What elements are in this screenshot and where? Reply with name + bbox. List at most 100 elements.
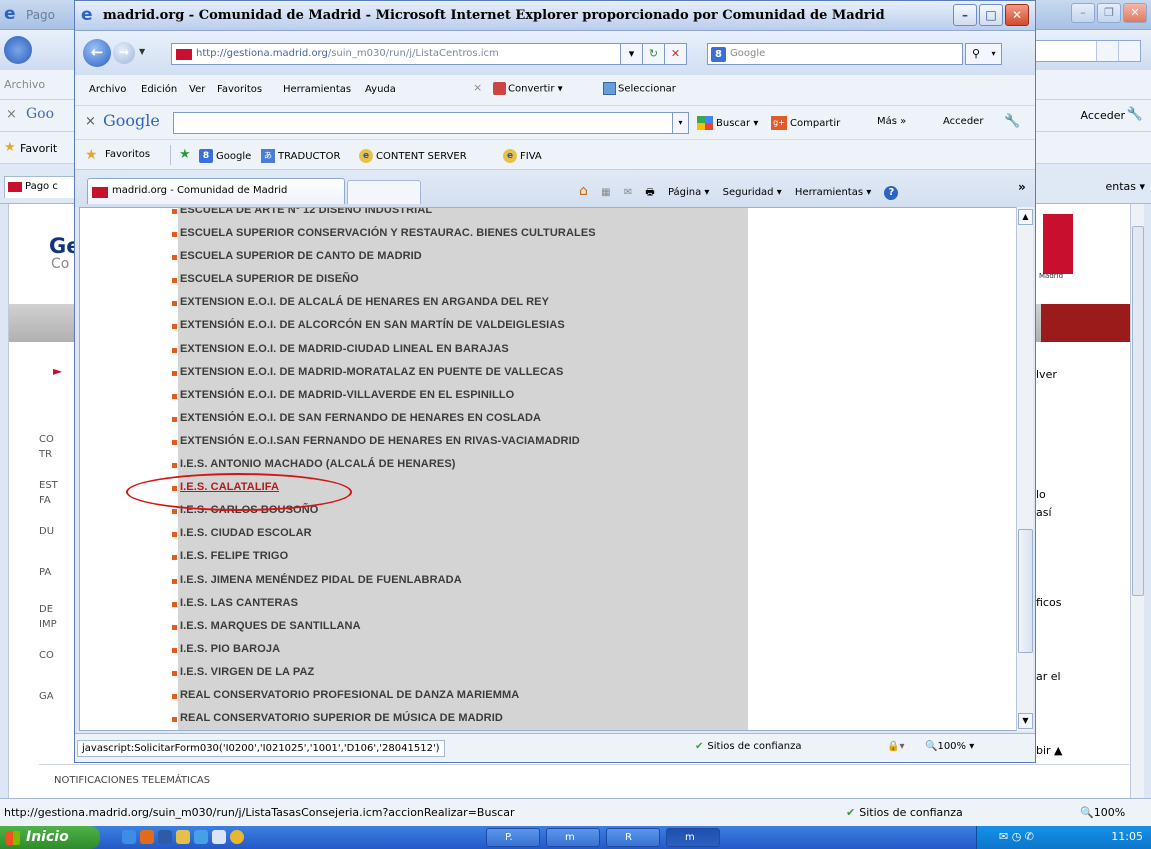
center-name[interactable]: EXTENSIÓN E.O.I. DE ALCORCÓN EN SAN MART… xyxy=(180,319,565,331)
center-link[interactable]: I.E.S. JIMENA MENÉNDEZ PIDAL DE FUENLABR… xyxy=(172,568,752,591)
word-quicklaunch-icon[interactable] xyxy=(158,830,172,844)
background-tools-menu[interactable]: entas ▾ xyxy=(1105,180,1145,193)
close-toolbar-icon[interactable]: × xyxy=(473,81,482,94)
center-link[interactable]: ESCUELA DE ARTE Nº 12 DISEÑO INDUSTRIAL xyxy=(172,208,752,221)
background-vertical-scrollbar[interactable] xyxy=(1130,204,1144,798)
background-zoom[interactable]: 🔍100% xyxy=(1080,806,1125,819)
center-name[interactable]: ESCUELA DE ARTE Nº 12 DISEÑO INDUSTRIAL xyxy=(180,208,432,216)
back-button[interactable]: ← xyxy=(83,39,111,67)
center-link[interactable]: ESCUELA SUPERIOR CONSERVACIÓN Y RESTAURA… xyxy=(172,221,752,244)
favorite-link-fiva[interactable]: e FIVA xyxy=(503,149,542,163)
center-link[interactable]: EXTENSIÓN E.O.I. DE ALCORCÓN EN SAN MART… xyxy=(172,313,752,336)
address-dropdown-icon[interactable]: ▾ xyxy=(621,43,643,65)
background-menu-file[interactable]: Archivo xyxy=(4,78,45,91)
center-link[interactable]: I.E.S. LAS CANTERAS xyxy=(172,591,752,614)
center-link[interactable]: EXTENSION E.O.I. DE MADRID-MORATALAZ EN … xyxy=(172,360,752,383)
center-name[interactable]: I.E.S. MARQUES DE SANTILLANA xyxy=(180,620,361,632)
favorite-link-traductor[interactable]: あ TRADUCTOR xyxy=(261,149,340,163)
mas-button[interactable]: Más » xyxy=(877,116,906,127)
taskbar-item[interactable]: m xyxy=(546,828,600,847)
center-link[interactable]: I.E.S. CIUDAD ESCOLAR xyxy=(172,521,752,544)
forward-button[interactable]: → xyxy=(113,42,135,64)
center-link[interactable]: I.E.S. MARQUES DE SANTILLANA xyxy=(172,614,752,637)
center-link[interactable]: I.E.S. VIRGEN DE LA PAZ xyxy=(172,660,752,683)
vertical-scrollbar[interactable]: ▲ ▼ xyxy=(1016,207,1033,731)
maximize-icon[interactable]: □ xyxy=(979,4,1003,26)
menu-archivo[interactable]: Archivo xyxy=(89,84,126,95)
close-icon[interactable]: ✕ xyxy=(1123,3,1147,23)
scroll-down-icon[interactable]: ▼ xyxy=(1018,713,1033,729)
chevron-down-icon[interactable] xyxy=(1118,41,1140,61)
back-arrow-icon[interactable] xyxy=(4,36,32,64)
close-icon[interactable]: ✕ xyxy=(1005,4,1029,26)
center-name[interactable]: REAL CONSERVATORIO SUPERIOR DE MÚSICA DE… xyxy=(180,712,503,724)
center-link[interactable]: EXTENSION E.O.I. DE ALCALÁ DE HENARES EN… xyxy=(172,290,752,313)
menu-pagina[interactable]: Página ▾ xyxy=(668,187,710,198)
center-name[interactable]: EXTENSIÓN E.O.I. DE SAN FERNANDO DE HENA… xyxy=(180,412,541,424)
buscar-button[interactable]: Buscar ▾ xyxy=(697,116,758,130)
taskbar-item[interactable]: R xyxy=(606,828,660,847)
center-link[interactable]: REAL CONSERVATORIO SUPERIOR DE MÚSICA DE… xyxy=(172,706,752,729)
center-link[interactable]: I.E.S. FELIPE TRIGO xyxy=(172,544,752,567)
compartir-button[interactable]: g+ Compartir xyxy=(771,116,840,130)
menu-edicion[interactable]: Edición xyxy=(141,84,177,95)
search-icon[interactable] xyxy=(1096,41,1118,61)
close-toolbar-icon[interactable]: × xyxy=(6,107,17,122)
menu-herramientas-cmd[interactable]: Herramientas ▾ xyxy=(795,187,871,198)
refresh-icon[interactable]: ↻ xyxy=(643,43,665,65)
menu-ver[interactable]: Ver xyxy=(189,84,205,95)
center-name[interactable]: EXTENSION E.O.I. DE MADRID-MORATALAZ EN … xyxy=(180,366,563,378)
browser-quicklaunch-icon[interactable] xyxy=(194,830,208,844)
chrome-quicklaunch-icon[interactable] xyxy=(230,830,244,844)
convertir-button[interactable]: Convertir ▾ xyxy=(493,82,563,95)
center-name[interactable]: I.E.S. VIRGEN DE LA PAZ xyxy=(180,666,314,678)
close-google-toolbar-icon[interactable]: × xyxy=(85,114,96,129)
seleccionar-button[interactable]: Seleccionar xyxy=(603,82,676,95)
center-link[interactable]: EXTENSION E.O.I. DE MADRID-CIUDAD LINEAL… xyxy=(172,337,752,360)
acceder-button[interactable]: Acceder xyxy=(943,116,983,127)
address-bar[interactable]: http://gestiona.madrid.org/suin_m030/run… xyxy=(171,43,621,65)
new-tab-button[interactable] xyxy=(347,180,421,204)
tab-madrid[interactable]: madrid.org - Comunidad de Madrid xyxy=(87,178,345,204)
background-tab[interactable]: Pago c xyxy=(4,176,84,198)
minimize-icon[interactable]: – xyxy=(953,4,977,26)
favorite-link-google[interactable]: 8 Google xyxy=(199,149,251,163)
history-dropdown-icon[interactable]: ▼ xyxy=(139,47,145,56)
center-link[interactable]: REAL CONSERVATORIO PROFESIONAL DE DANZA … xyxy=(172,683,752,706)
favorite-link-content-server[interactable]: e CONTENT SERVER xyxy=(359,149,467,163)
restore-icon[interactable]: ❐ xyxy=(1097,3,1121,23)
chevron-right-icon[interactable]: » xyxy=(1018,180,1026,194)
menu-favoritos[interactable]: Favoritos xyxy=(217,84,262,95)
background-favorites-label[interactable]: Favorit xyxy=(20,142,57,155)
center-name[interactable]: I.E.S. ANTONIO MACHADO (ALCALÁ DE HENARE… xyxy=(180,458,456,470)
center-link[interactable]: EXTENSIÓN E.O.I. DE MADRID-VILLAVERDE EN… xyxy=(172,383,752,406)
tray-icons[interactable]: ✉ ◷ ✆ xyxy=(999,830,1034,843)
center-name[interactable]: ESCUELA SUPERIOR CONSERVACIÓN Y RESTAURA… xyxy=(180,227,596,239)
volver-link[interactable]: lver xyxy=(1036,368,1057,381)
scrollbar-thumb[interactable] xyxy=(1018,529,1033,653)
center-link[interactable]: ESCUELA SUPERIOR DE CANTO DE MADRID xyxy=(172,244,752,267)
mail-icon[interactable]: ✉ xyxy=(624,187,632,198)
ie-quicklaunch-icon[interactable] xyxy=(122,830,136,844)
center-name[interactable]: I.E.S. FELIPE TRIGO xyxy=(180,550,288,562)
folder-quicklaunch-icon[interactable] xyxy=(176,830,190,844)
search-options-icon[interactable]: ▾ xyxy=(986,43,1002,65)
center-name[interactable]: I.E.S. CIUDAD ESCOLAR xyxy=(180,527,312,539)
subir-link[interactable]: bir ▲ xyxy=(1036,744,1063,757)
center-name[interactable]: I.E.S. PIO BAROJA xyxy=(180,643,280,655)
menu-ayuda[interactable]: Ayuda xyxy=(365,84,396,95)
taskbar-item-active[interactable]: m xyxy=(666,828,720,847)
rss-feed-icon[interactable]: ▦ xyxy=(601,187,610,198)
wrench-icon[interactable]: 🔧 xyxy=(1004,114,1020,129)
start-button[interactable]: Inicio xyxy=(0,826,100,849)
center-link[interactable]: I.E.S. ANTONIO MACHADO (ALCALÁ DE HENARE… xyxy=(172,452,752,475)
firefox-quicklaunch-icon[interactable] xyxy=(140,830,154,844)
help-icon[interactable]: ? xyxy=(884,186,899,200)
scrollbar-thumb[interactable] xyxy=(1132,226,1144,596)
zoom-control[interactable]: 🔍100% ▾ xyxy=(925,741,974,752)
favorites-star-icon[interactable]: ★ xyxy=(85,147,98,163)
search-input[interactable]: 8 Google xyxy=(707,43,963,65)
menu-seguridad[interactable]: Seguridad ▾ xyxy=(723,187,782,198)
center-link[interactable]: ESCUELA SUPERIOR DE DISEÑO xyxy=(172,267,752,290)
wrench-icon[interactable]: 🔧 xyxy=(1127,107,1143,122)
